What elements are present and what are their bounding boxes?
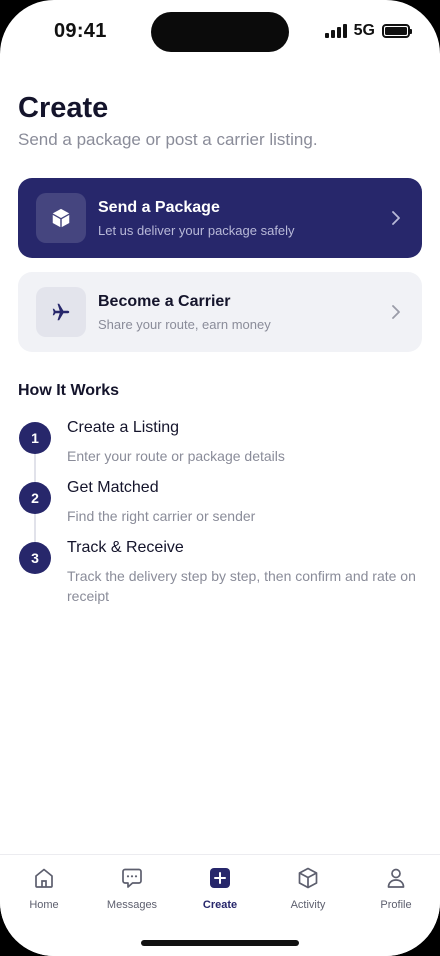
how-it-works-title: How It Works [18,382,120,399]
tab-label: Profile [380,899,412,911]
step-title: Get Matched [67,479,159,496]
network-type: 5G [353,22,375,39]
airplane-icon [36,287,86,337]
become-carrier-title: Become a Carrier [98,292,231,310]
tab-label: Create [202,899,238,911]
dynamic-island [151,12,289,52]
signal-icon [324,24,347,38]
step-title: Track & Receive [67,539,184,556]
page-subtitle: Send a package or post a carrier listing… [18,130,318,149]
plus-icon [207,865,233,891]
step-description: Find the right carrier or sender [67,508,256,524]
tab-label: Messages [106,899,158,911]
tab-label: Activity [290,899,326,911]
status-indicators: 5G [324,22,412,40]
page-title: Create [18,92,109,124]
box-icon [36,193,86,243]
step-description: Track the delivery step by step, then co… [67,568,416,604]
tab-home[interactable]: Home [4,865,84,911]
chevron-right-icon [388,304,404,320]
step-description: Enter your route or package details [67,448,285,464]
home-indicator [141,940,299,946]
tab-messages[interactable]: Messages [92,865,172,911]
tab-profile[interactable]: Profile [356,865,436,911]
home-icon [31,865,57,891]
step-number: 1 [19,422,51,454]
chevron-right-icon [388,210,404,226]
tab-create[interactable]: Create [180,865,260,911]
send-package-card[interactable]: Send a Package Let us deliver your packa… [18,178,422,258]
send-package-title: Send a Package [98,198,220,216]
tab-label: Home [29,899,59,911]
step-number: 2 [19,482,51,514]
become-carrier-card[interactable]: Become a Carrier Share your route, earn … [18,272,422,352]
step-number: 3 [19,542,51,574]
chat-icon [119,865,145,891]
become-carrier-description: Share your route, earn money [98,316,271,332]
person-icon [383,865,409,891]
status-bar: 09:41 5G [0,0,440,64]
step-title: Create a Listing [67,419,180,436]
tab-activity[interactable]: Activity [268,865,348,911]
cube-icon [295,865,321,891]
status-time: 09:41 [54,20,107,42]
send-package-description: Let us deliver your package safely [98,222,295,238]
phone-screen: 09:41 5G Create Send a package or post a… [0,0,440,956]
battery-icon [382,24,412,38]
